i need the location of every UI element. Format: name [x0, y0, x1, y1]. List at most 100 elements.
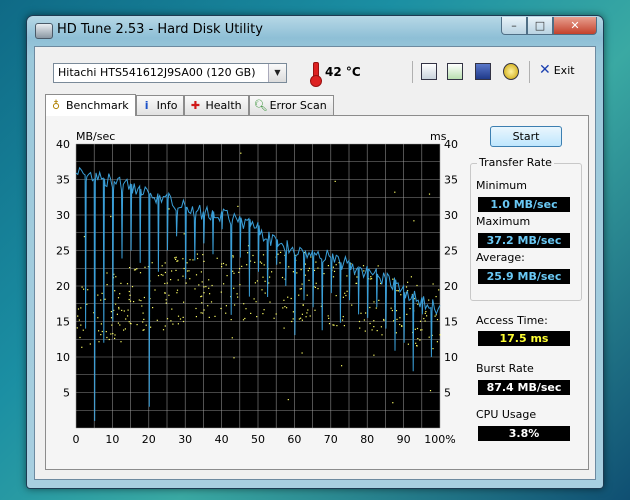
close-button[interactable]: ✕	[553, 17, 597, 35]
access-time-point	[240, 152, 242, 154]
access-time-point	[141, 305, 143, 307]
access-time-point	[120, 341, 122, 343]
access-time-point	[201, 281, 203, 283]
maximum-value: 37.2 MB/sec	[478, 233, 570, 248]
access-time-point	[243, 303, 245, 305]
access-time-point	[200, 312, 202, 314]
access-time-point	[263, 264, 265, 266]
app-window: HD Tune 2.53 - Hard Disk Utility – □ ✕ H…	[26, 15, 604, 489]
error-scan-icon: 🔍︎	[253, 98, 268, 112]
access-time-point	[123, 310, 125, 312]
access-time-point	[160, 274, 162, 276]
access-time-point	[345, 294, 347, 297]
save-icon[interactable]	[475, 63, 491, 80]
access-time-point	[394, 191, 396, 193]
start-button[interactable]: Start	[490, 126, 562, 147]
access-time-point	[256, 316, 258, 318]
minimize-button[interactable]: –	[501, 17, 527, 35]
access-time-point	[371, 329, 373, 331]
access-time-point	[369, 306, 371, 309]
access-time-point	[151, 262, 153, 264]
access-time-point	[268, 282, 270, 284]
access-time-point	[201, 302, 203, 304]
exit-button[interactable]: ✕ Exit	[539, 63, 575, 77]
access-time-point	[308, 267, 310, 269]
minimum-label: Minimum	[476, 179, 527, 192]
access-time-point	[365, 312, 367, 314]
access-time-point	[214, 315, 216, 317]
drive-select[interactable]: Hitachi HTS541612J9SA00 (120 GB) ▼	[53, 63, 287, 83]
tab-info[interactable]: i Info	[135, 95, 185, 115]
access-time-point	[232, 255, 234, 257]
x-tick-label: 60	[287, 433, 301, 446]
access-time-label: Access Time:	[476, 314, 548, 327]
access-time-point	[415, 342, 417, 344]
access-time-point	[201, 295, 203, 297]
access-time-point	[119, 324, 121, 326]
access-time-point	[209, 293, 211, 295]
tab-health[interactable]: ✚ Health	[184, 95, 249, 115]
access-time-point	[110, 215, 112, 218]
tab-strip: ♁ Benchmark i Info ✚ Health 🔍︎ Error Sca…	[45, 93, 334, 116]
access-time-point	[292, 271, 294, 273]
access-time-point	[341, 365, 343, 367]
access-time-point	[114, 334, 116, 336]
access-time-point	[363, 270, 365, 272]
access-time-point	[216, 257, 218, 259]
access-time-point	[341, 319, 344, 321]
burst-rate-value: 87.4 MB/sec	[478, 380, 570, 395]
access-time-point	[195, 307, 197, 310]
access-time-point	[264, 292, 266, 294]
access-time-point	[175, 258, 177, 260]
access-time-point	[101, 292, 103, 294]
access-time-point	[393, 320, 395, 322]
access-time-point	[328, 323, 331, 325]
access-time-point	[175, 269, 177, 271]
copy-text-icon[interactable]	[421, 63, 437, 80]
access-time-point	[414, 328, 416, 330]
access-time-point	[177, 323, 179, 325]
access-time-point	[413, 220, 415, 222]
access-time-point	[323, 273, 325, 275]
access-time-point	[416, 345, 418, 347]
access-time-point	[396, 290, 398, 292]
access-time-point	[296, 272, 298, 274]
access-time-point	[300, 288, 302, 290]
access-time-point	[79, 336, 81, 339]
access-time-point	[373, 301, 375, 303]
access-time-point	[101, 330, 103, 333]
access-time-point	[298, 318, 300, 320]
access-time-point	[162, 274, 164, 276]
access-time-point	[83, 288, 85, 290]
tab-error-scan[interactable]: 🔍︎ Error Scan	[248, 95, 334, 115]
access-time-point	[299, 288, 301, 290]
access-time-point	[425, 311, 427, 313]
access-time-point	[346, 290, 348, 292]
maximize-button[interactable]: □	[527, 17, 553, 35]
access-time-point	[170, 320, 172, 322]
y-tick-label-right: 20	[444, 280, 458, 293]
access-time-point	[157, 275, 160, 277]
copy-info-icon[interactable]	[447, 63, 463, 80]
y-tick-label-right: 35	[444, 174, 458, 187]
access-time-point	[245, 308, 247, 310]
title-bar[interactable]: HD Tune 2.53 - Hard Disk Utility – □ ✕	[27, 16, 603, 46]
access-time-point	[264, 280, 266, 282]
access-time-point	[371, 278, 373, 280]
y-tick-label-left: 10	[56, 351, 70, 364]
access-time-point	[255, 301, 257, 303]
thermometer-icon	[310, 62, 322, 87]
access-time-point	[166, 282, 168, 284]
access-time-point	[225, 305, 227, 307]
chevron-down-icon[interactable]: ▼	[268, 64, 286, 82]
access-time-point	[114, 290, 116, 292]
average-value: 25.9 MB/sec	[478, 269, 570, 284]
access-time-point	[304, 274, 306, 276]
access-time-point	[177, 279, 179, 281]
tab-benchmark[interactable]: ♁ Benchmark	[45, 94, 136, 116]
access-time-point	[164, 292, 166, 294]
access-time-point	[423, 318, 425, 320]
access-time-point	[256, 280, 258, 282]
options-icon[interactable]	[503, 63, 519, 80]
access-time-point	[344, 292, 346, 294]
